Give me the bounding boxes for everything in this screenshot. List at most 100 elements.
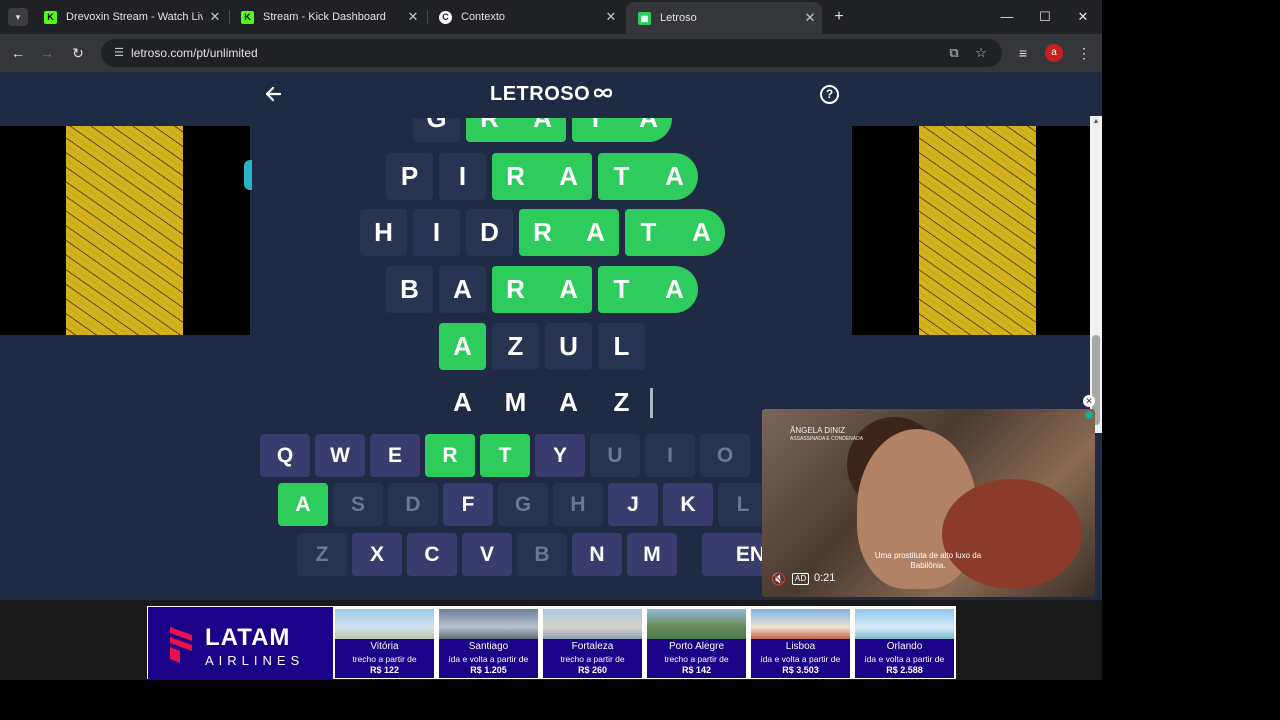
key-l[interactable]: L [718, 483, 768, 526]
destination-price: R$ 1.205 [470, 665, 507, 675]
back-button[interactable]: ← [8, 43, 28, 63]
tab-contexto[interactable]: C Contexto ✕ [427, 4, 623, 30]
new-tab-button[interactable]: + [830, 6, 848, 28]
letter-tile: T [613, 274, 630, 304]
letter-tile: D [466, 209, 513, 256]
contexto-icon: C [439, 10, 452, 24]
letter-tile: B [386, 266, 433, 313]
letter-tile: H [360, 209, 407, 256]
key-d[interactable]: D [388, 483, 438, 526]
ad-brand-subtitle: ASSASSINADA E CONDENADA [790, 436, 864, 442]
bookmark-star-icon[interactable]: ☆ [972, 44, 990, 62]
key-z[interactable]: Z [297, 533, 347, 576]
letter-tile: A [439, 323, 486, 370]
ad-info-icon[interactable] [1085, 411, 1093, 419]
destination-photo [543, 609, 642, 639]
close-window-button[interactable]: ✕ [1073, 8, 1093, 26]
key-x[interactable]: X [352, 533, 402, 576]
close-tab-icon[interactable]: ✕ [203, 9, 227, 25]
key-c[interactable]: C [407, 533, 457, 576]
install-app-icon[interactable]: ⧉ [945, 44, 963, 62]
key-j[interactable]: J [608, 483, 658, 526]
back-arrow-icon[interactable] [263, 84, 283, 104]
tab-kick-dashboard[interactable]: K Stream - Kick Dashboard ✕ [229, 4, 425, 30]
tab-drevoxin-stream[interactable]: K Drevoxin Stream - Watch Live o ✕ [32, 4, 227, 30]
address-bar[interactable]: ☰ letroso.com/pt/unlimited ⧉ ☆ [101, 39, 1002, 67]
key-h[interactable]: H [553, 483, 603, 526]
letter-tile: R [480, 118, 499, 133]
key-a[interactable]: A [278, 483, 328, 526]
key-e[interactable]: E [370, 434, 420, 477]
tab-title: Stream - Kick Dashboard [263, 11, 386, 23]
menu-kebab-icon[interactable]: ⋮ [1074, 43, 1094, 63]
game-title: LETROSO [490, 83, 591, 105]
key-q[interactable]: Q [260, 434, 310, 477]
browser-window: ▾ K Drevoxin Stream - Watch Live o ✕ K S… [0, 0, 1102, 680]
key-n[interactable]: N [572, 533, 622, 576]
destination-city: Vitória [370, 641, 399, 652]
letter-tile: A [665, 161, 684, 191]
destination-card[interactable]: Porto Alegre trecho a partir de R$ 142 [647, 609, 746, 678]
destination-photo [335, 609, 434, 639]
video-ad[interactable]: ÂNGELA DINIZ ASSASSINADA E CONDENADA Uma… [762, 409, 1095, 597]
key-k[interactable]: K [663, 483, 713, 526]
close-ad-icon[interactable]: ✕ [1083, 395, 1095, 407]
key-v[interactable]: V [462, 533, 512, 576]
destination-city: Fortaleza [571, 641, 614, 652]
letter-tile: I [413, 209, 460, 256]
letter-tile: R [506, 274, 525, 304]
forward-button[interactable]: → [37, 43, 57, 63]
destination-photo [439, 609, 538, 639]
letter-tile: A [453, 387, 472, 417]
key-m[interactable]: M [627, 533, 677, 576]
letter-tile: U [545, 323, 592, 370]
key-r[interactable]: R [425, 434, 475, 477]
url-text: letroso.com/pt/unlimited [131, 46, 258, 60]
letter-tile: A [533, 118, 552, 133]
destination-price: R$ 122 [369, 665, 400, 675]
destination-city: Orlando [886, 641, 923, 652]
key-t[interactable]: T [480, 434, 530, 477]
minimize-button[interactable]: — [997, 8, 1017, 26]
close-tab-icon[interactable]: ✕ [599, 9, 623, 25]
key-u[interactable]: U [590, 434, 640, 477]
latam-logo-panel[interactable]: LATAM AIRLINES [148, 607, 333, 679]
tab-search-button[interactable]: ▾ [8, 8, 28, 26]
letter-tile: R [533, 217, 552, 247]
key-b[interactable]: B [517, 533, 567, 576]
key-w[interactable]: W [315, 434, 365, 477]
key-f[interactable]: F [443, 483, 493, 526]
media-controls-icon[interactable]: ≡ [1013, 43, 1033, 63]
letter-tile: T [640, 217, 657, 247]
key-g[interactable]: G [498, 483, 548, 526]
site-info-icon[interactable]: ☰ [111, 45, 127, 61]
letter-tile: A [586, 217, 605, 247]
letter-tile: A [665, 274, 684, 304]
destination-card[interactable]: Orlando ida e volta a partir de R$ 2.588 [855, 609, 954, 678]
help-button[interactable]: ? [820, 85, 839, 104]
reload-button[interactable]: ↻ [68, 43, 88, 63]
ad-caption: Uma prostituta de alto luxo da Babilônia… [874, 551, 982, 570]
destination-photo [855, 609, 954, 639]
destination-desc: ida e volta a partir de [864, 654, 945, 664]
key-i[interactable]: I [645, 434, 695, 477]
destination-card[interactable]: Santiago ida e volta a partir de R$ 1.205 [439, 609, 538, 678]
mute-icon[interactable]: 🔇 [771, 572, 786, 586]
ad-brand: ÂNGELA DINIZ ASSASSINADA E CONDENADA [790, 427, 863, 443]
close-tab-icon[interactable]: ✕ [798, 10, 822, 26]
scroll-up-icon[interactable]: ▲ [1090, 116, 1102, 128]
close-tab-icon[interactable]: ✕ [401, 9, 425, 25]
destination-card[interactable]: Vitória trecho a partir de R$ 122 [335, 609, 434, 678]
destination-desc: trecho a partir de [352, 654, 417, 664]
destination-card[interactable]: Fortaleza trecho a partir de R$ 260 [543, 609, 642, 678]
profile-avatar[interactable]: a [1045, 44, 1063, 62]
letter-tile: Z [613, 387, 630, 417]
input-cursor [650, 388, 653, 418]
maximize-button[interactable]: ☐ [1035, 8, 1055, 26]
letter-tile: T [587, 118, 604, 133]
key-y[interactable]: Y [535, 434, 585, 477]
key-o[interactable]: O [700, 434, 750, 477]
destination-card[interactable]: Lisboa ida e volta a partir de R$ 3.503 [751, 609, 850, 678]
key-s[interactable]: S [333, 483, 383, 526]
tab-letroso[interactable]: ▦ Letroso ✕ [626, 2, 822, 34]
